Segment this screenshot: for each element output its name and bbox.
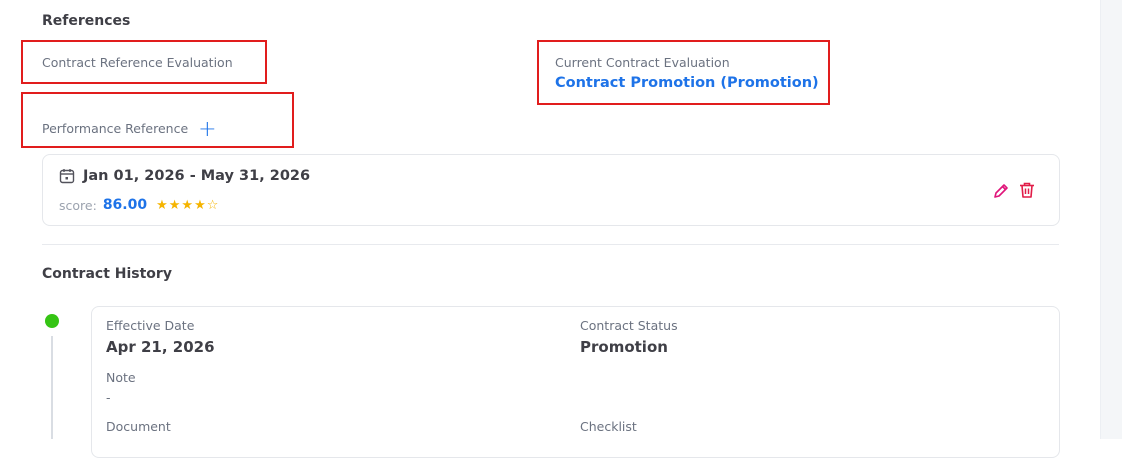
rating-stars: ★★★★☆ (156, 197, 220, 213)
date-range-row: Jan 01, 2026 - May 31, 2026 (59, 168, 310, 184)
note-label: Note (106, 370, 136, 385)
score-label: score: (59, 197, 97, 213)
references-title: References (42, 13, 131, 29)
pencil-icon[interactable] (992, 182, 1010, 200)
contract-history-entry: Effective Date Apr 21, 2026 Contract Sta… (91, 306, 1060, 458)
effective-date-label: Effective Date (106, 318, 195, 333)
score-value: 86.00 (102, 197, 148, 213)
checklist-label: Checklist (580, 419, 637, 434)
performance-reference-label: Performance Reference (42, 120, 189, 136)
contract-status-value: Promotion (580, 338, 668, 356)
performance-date-range: Jan 01, 2026 - May 31, 2026 (83, 168, 311, 184)
contract-history-title: Contract History (42, 266, 172, 282)
contract-detail-panel: References Contract Reference Evaluation… (0, 0, 1100, 458)
contract-status-label: Contract Status (580, 318, 678, 333)
right-scroll-gutter (1100, 0, 1122, 439)
timeline-line (51, 336, 53, 439)
document-label: Document (106, 419, 171, 434)
current-contract-evaluation-link[interactable]: Contract Promotion (Promotion) (555, 75, 819, 91)
current-contract-evaluation-label: Current Contract Evaluation (555, 55, 730, 70)
timeline-status-dot (45, 314, 59, 328)
effective-date-value: Apr 21, 2026 (106, 338, 215, 356)
plus-icon[interactable]: + (198, 119, 216, 141)
performance-reference-row: Performance Reference + (42, 117, 217, 141)
performance-reference-card: Jan 01, 2026 - May 31, 2026 score: 86.00… (42, 154, 1060, 226)
trash-icon[interactable] (1018, 181, 1036, 199)
highlight-box-current-contract (537, 40, 830, 105)
calendar-icon (59, 168, 75, 184)
score-row: score: 86.00 ★★★★☆ (59, 197, 219, 213)
contract-reference-evaluation-label: Contract Reference Evaluation (42, 55, 233, 70)
note-value: - (106, 390, 111, 405)
section-divider (42, 244, 1059, 245)
